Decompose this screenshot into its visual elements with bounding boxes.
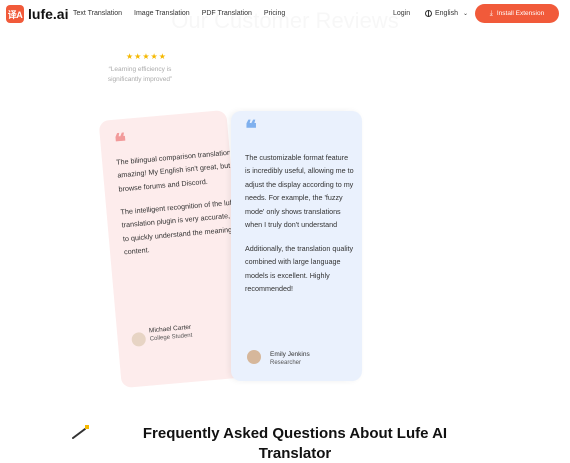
review-paragraph: Additionally, the translation quality co… [245,243,354,294]
main-nav: Text Translation Image Translation PDF T… [73,10,285,17]
chevron-down-icon: ⌄ [462,11,468,17]
quote-icon: ❝ [245,116,257,142]
nav-text-translation[interactable]: Text Translation [73,10,122,17]
author-name: Emily Jenkins [270,351,310,358]
language-selector[interactable]: English ⌄ [425,10,468,17]
top-header: 译A lufe.ai Text Translation Image Transl… [0,0,570,30]
nav-image-translation[interactable]: Image Translation [134,10,190,17]
review-author: Michael Carter College Student [149,324,193,343]
magic-wand-icon [72,425,89,439]
review-paragraph: The customizable format feature is incre… [245,153,354,230]
author-role: College Student [149,332,193,343]
globe-icon [425,10,432,17]
small-review-quote: “Learning efficiency is significantly im… [107,66,173,84]
nav-pricing[interactable]: Pricing [264,10,285,17]
review-card-front: ❝ The customizable format feature is inc… [231,111,362,381]
quote-icon: ❝ [113,128,128,156]
review-card-back: ❝ The bilingual comparison translation f… [98,109,250,389]
review-text: The customizable format feature is incre… [245,151,355,296]
language-label: English [435,10,458,17]
install-extension-label: Install Extension [496,10,545,17]
avatar [131,331,147,348]
login-link[interactable]: Login [393,10,410,17]
lufe-logo-icon: 译A [6,5,24,23]
download-icon: ⤓ [489,9,493,17]
rating-stars: ★★★★★ [126,52,167,61]
review-author: Emily Jenkins Researcher [270,351,310,366]
brand-name: lufe.ai [28,6,69,22]
brand-logo[interactable]: 译A lufe.ai [6,5,68,23]
review-text: The bilingual comparison translation fea… [116,143,250,259]
faq-title: Frequently Asked Questions About Lufe AI… [142,425,448,463]
avatar [247,350,261,364]
nav-pdf-translation[interactable]: PDF Translation [202,10,252,17]
install-extension-button[interactable]: ⤓ Install Extension [475,4,559,23]
review-paragraph: The bilingual comparison translation fea… [115,144,250,194]
author-role: Researcher [270,360,302,366]
